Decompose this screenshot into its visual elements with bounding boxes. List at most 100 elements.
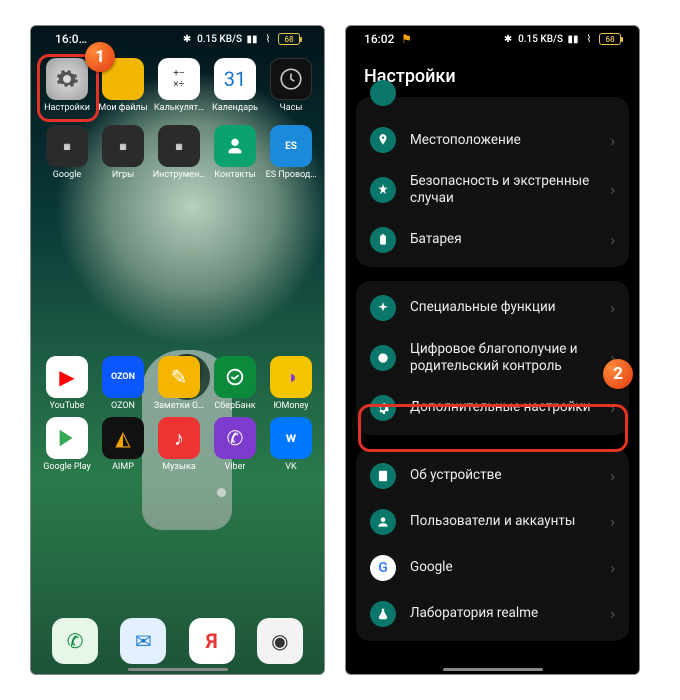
settings-row-location[interactable]: Местоположение › [356,117,629,163]
chevron-right-icon: › [610,466,615,485]
youtube-icon: ▶ [46,356,88,398]
sparkle-icon [370,295,396,321]
dock-phone[interactable]: ✆ [47,618,103,664]
app-vk[interactable]: wVK [263,417,319,472]
app-folder-tools[interactable]: ▦Инструмен… [151,125,207,180]
net-speed: 0.15 KB/S [518,34,563,45]
app-ozon[interactable]: OZONOZON [95,356,151,411]
app-calculator[interactable]: +−×÷ Калькулят… [151,58,207,113]
bluetooth-icon: ✱ [502,33,514,45]
phone-home-screen: 16:0… ✱ 0.15 KB/S ▮▮ ⌇ 68 Настройки Мои … [30,25,325,675]
calendar-icon: 31 [214,58,256,100]
app-es-explorer[interactable]: ESES Провод… [263,125,319,180]
chevron-right-icon: › [610,558,615,577]
yandex-icon: Я [189,618,235,664]
app-notes[interactable]: ✎Заметки G… [151,356,207,411]
battery-icon: 68 [599,33,621,45]
app-label: Калькулят… [154,103,204,113]
wifi-icon: ⌇ [583,33,595,45]
app-row-3: ▶YouTube OZONOZON ✎Заметки G… СберБанк ◑… [37,350,318,411]
row-icon [370,80,396,106]
app-music[interactable]: ♪Музыка [151,417,207,472]
app-label: Мои файлы [98,103,147,113]
settings-row-battery[interactable]: Батарея › [356,217,629,263]
app-aimp[interactable]: ◭AIMP [95,417,151,472]
phone-settings-screen: 16:02 ⚑ ✱ 0.15 KB/S ▮▮ ⌇ 68 Настройки Ме… [345,25,640,675]
battery-icon: 68 [278,33,300,45]
user-icon [370,509,396,535]
notes-icon: ✎ [158,356,200,398]
dock-messages[interactable]: ✉ [115,618,171,664]
status-bar: 16:02 ⚑ ✱ 0.15 KB/S ▮▮ ⌇ 68 [346,26,639,52]
chat-icon: ✉ [120,618,166,664]
signal-icon: ▮▮ [567,33,579,45]
chevron-right-icon: › [610,131,615,150]
phone-icon: ✆ [52,618,98,664]
callout-1: 1 [85,42,115,72]
chevron-right-icon: › [610,298,615,317]
wellbeing-icon [370,345,396,371]
app-clock[interactable]: Часы [263,58,319,113]
app-calendar[interactable]: 31 Календарь [207,58,263,113]
play-icon [46,417,88,459]
calculator-icon: +−×÷ [158,58,200,100]
music-icon: ♪ [158,417,200,459]
app-indicator-icon: ⚑ [400,33,412,45]
wifi-icon: ⌇ [262,33,274,45]
google-icon: G [370,555,396,581]
flask-icon [370,601,396,627]
app-label: Календарь [212,103,258,113]
vk-icon: w [270,417,312,459]
settings-row-special[interactable]: Специальные функции › [356,285,629,331]
app-yoomoney[interactable]: ◑ЮMoney [263,356,319,411]
bluetooth-icon: ✱ [181,33,193,45]
settings-row-realme-lab[interactable]: Лаборатория realme › [356,591,629,637]
app-youtube[interactable]: ▶YouTube [39,356,95,411]
settings-row-about[interactable]: Об устройстве › [356,453,629,499]
settings-row-google[interactable]: G Google › [356,545,629,591]
signal-icon: ▮▮ [246,33,258,45]
ozon-icon: OZON [102,356,144,398]
settings-list[interactable]: Местоположение › Безопасность и экстренн… [346,97,639,651]
status-time: 16:02 [364,32,394,46]
highlight-additional-settings [358,404,628,452]
battery-icon [370,227,396,253]
settings-row-wellbeing[interactable]: Цифровое благополучие и родительский кон… [356,331,629,385]
settings-row-partial[interactable] [356,97,629,117]
viber-icon: ✆ [214,417,256,459]
status-bar: 16:0… ✱ 0.15 KB/S ▮▮ ⌇ 68 [37,26,318,52]
chevron-right-icon: › [610,512,615,531]
aimp-icon: ◭ [102,417,144,459]
callout-2: 2 [603,359,633,389]
app-contacts[interactable]: Контакты [207,125,263,180]
camera-icon: ◉ [257,618,303,664]
dock-yandex[interactable]: Я [184,618,240,664]
yoomoney-icon: ◑ [270,356,312,398]
chevron-right-icon: › [610,180,615,199]
folder-icon: ▦ [102,125,144,167]
app-row-4: Google Play ◭AIMP ♪Музыка ✆Viber wVK [37,411,318,472]
gesture-bar[interactable] [128,668,228,671]
app-viber[interactable]: ✆Viber [207,417,263,472]
chevron-right-icon: › [610,230,615,249]
pin-icon [370,127,396,153]
folder-icon: ▦ [46,125,88,167]
app-sberbank[interactable]: СберБанк [207,356,263,411]
es-icon: ES [270,125,312,167]
star-icon [370,177,396,203]
app-row-2: ▦Google ▦Игры ▦Инструмен… Контакты ESES … [37,119,318,180]
chevron-right-icon: › [610,604,615,623]
settings-row-users[interactable]: Пользователи и аккаунты › [356,499,629,545]
settings-row-security[interactable]: Безопасность и экстренные случаи › [356,163,629,217]
dock: ✆ ✉ Я ◉ [31,618,324,664]
info-icon [370,463,396,489]
sber-icon [214,356,256,398]
app-folder-games[interactable]: ▦Игры [95,125,151,180]
folder-icon: ▦ [158,125,200,167]
gesture-bar[interactable] [443,668,543,671]
app-folder-google[interactable]: ▦Google [39,125,95,180]
app-google-play[interactable]: Google Play [39,417,95,472]
app-label: Часы [280,103,303,113]
dock-camera[interactable]: ◉ [252,618,308,664]
status-time: 16:0… [55,32,87,46]
